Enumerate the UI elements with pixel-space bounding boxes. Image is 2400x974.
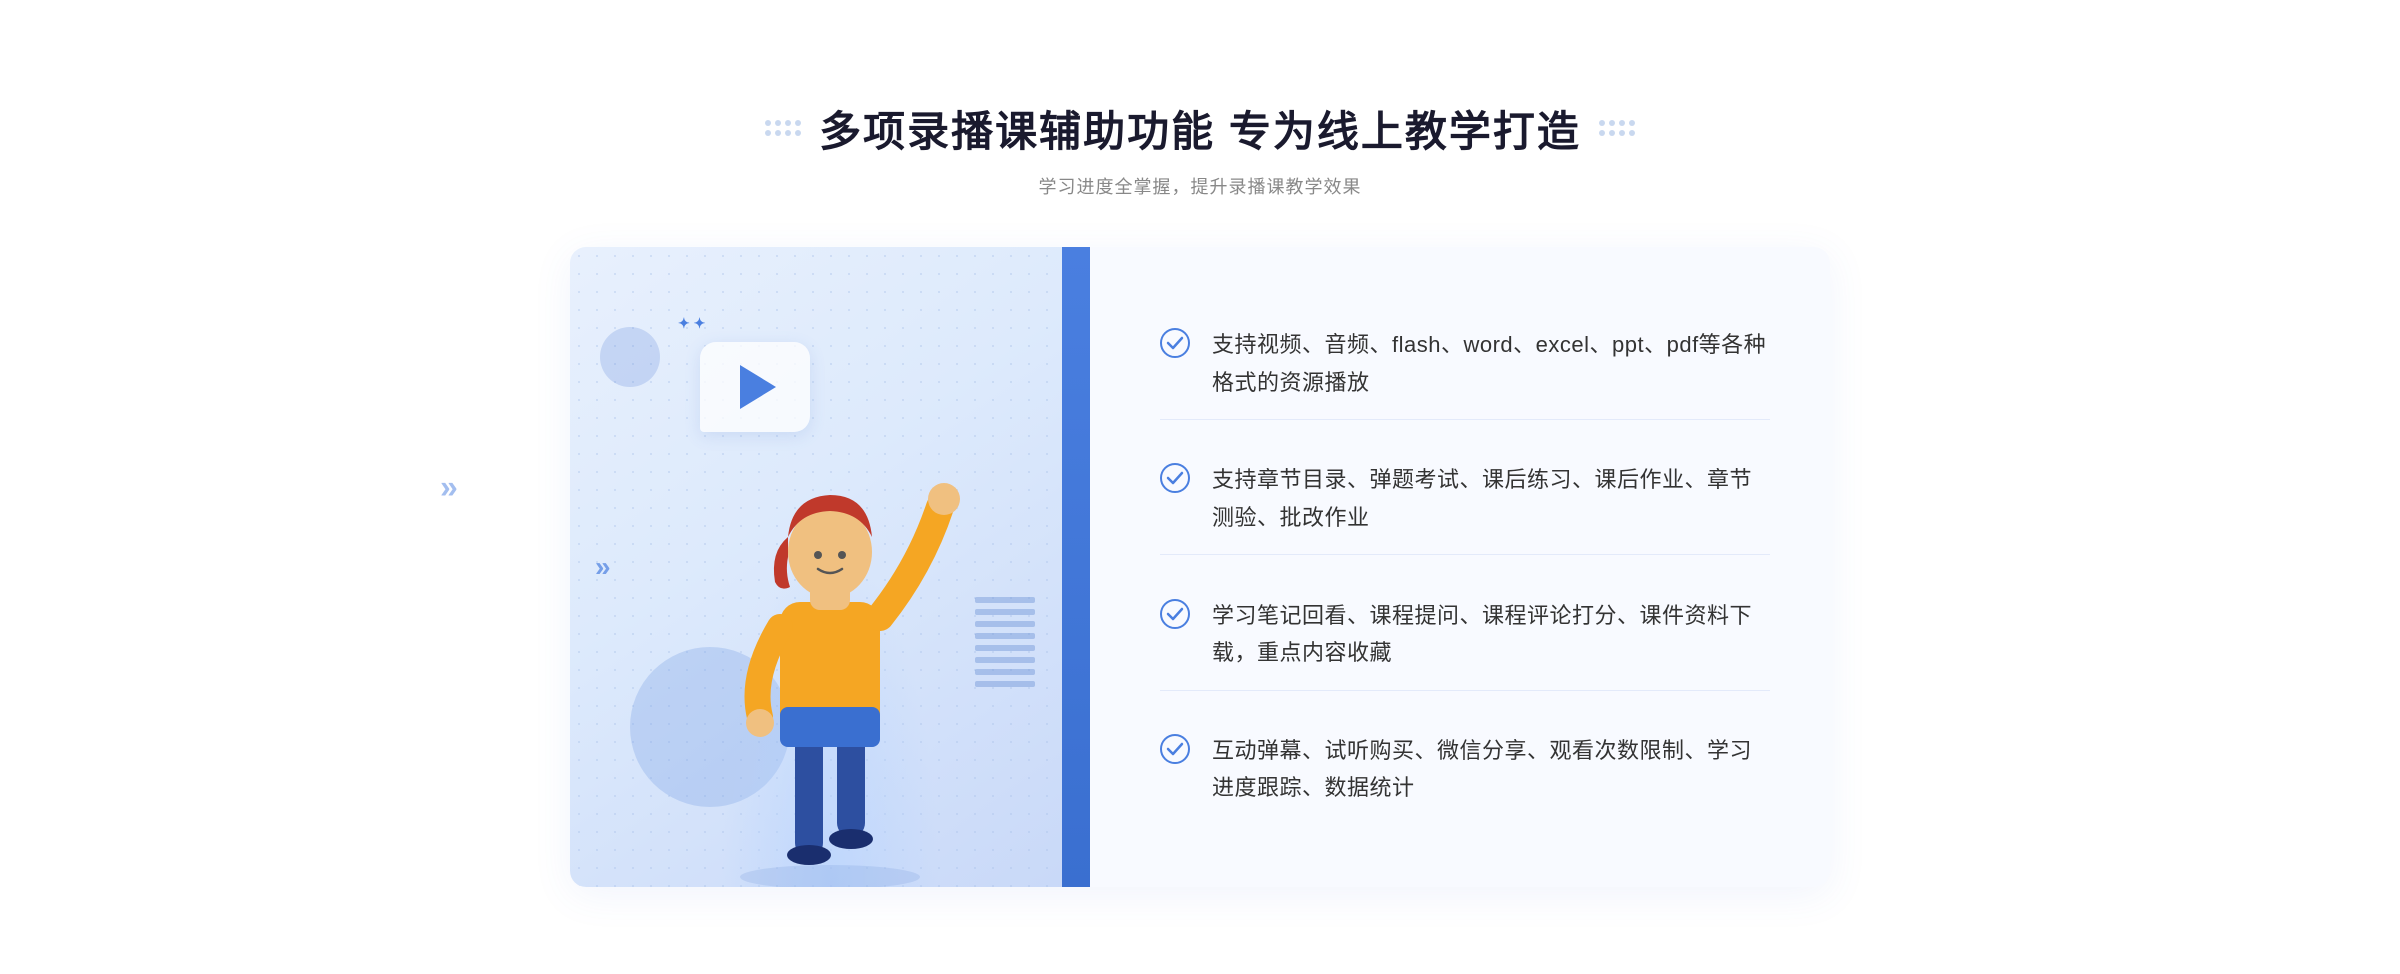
feature-text-2: 支持章节目录、弹题考试、课后练习、课后作业、章节测验、批改作业 [1212,461,1770,536]
feature-item-2: 支持章节目录、弹题考试、课后练习、课后作业、章节测验、批改作业 [1160,443,1770,555]
person-figure [680,407,980,887]
header-section: 多项录播课辅助功能 专为线上教学打造 学习进度全掌握，提升录播课教学效果 [765,98,1635,199]
check-icon-3 [1160,599,1190,629]
feature-item-4: 互动弹幕、试听购买、微信分享、观看次数限制、学习进度跟踪、数据统计 [1160,714,1770,825]
feature-item-3: 学习笔记回看、课程提问、课程评论打分、课件资料下载，重点内容收藏 [1160,579,1770,691]
content-area: ✦ ✦ [570,247,1830,887]
page-deco-left: » [440,469,458,506]
exclaim-deco: ✦ ✦ [678,315,705,332]
accent-bar [1062,247,1090,887]
features-panel: 支持视频、音频、flash、word、excel、ppt、pdf等各种格式的资源… [1090,247,1830,887]
deco-stripes [975,597,1035,687]
illustration-panel: ✦ ✦ [570,247,1090,887]
play-icon [740,365,776,409]
title-row: 多项录播课辅助功能 专为线上教学打造 [765,98,1635,159]
check-icon-4 [1160,734,1190,764]
feature-text-4: 互动弹幕、试听购买、微信分享、观看次数限制、学习进度跟踪、数据统计 [1212,732,1770,807]
feature-text-1: 支持视频、音频、flash、word、excel、ppt、pdf等各种格式的资源… [1212,326,1770,401]
feature-text-3: 学习笔记回看、课程提问、课程评论打分、课件资料下载，重点内容收藏 [1212,597,1770,672]
check-icon-2 [1160,463,1190,493]
page-container: 多项录播课辅助功能 专为线上教学打造 学习进度全掌握，提升录播课教学效果 [0,58,2400,917]
page-subtitle: 学习进度全掌握，提升录播课教学效果 [1038,173,1361,199]
title-deco-right [1599,120,1635,136]
deco-circle-small [600,327,660,387]
left-arrow-deco: » [595,551,611,583]
page-title: 多项录播课辅助功能 专为线上教学打造 [819,98,1581,159]
feature-item-1: 支持视频、音频、flash、word、excel、ppt、pdf等各种格式的资源… [1160,308,1770,420]
title-deco-left [765,120,801,136]
check-icon-1 [1160,328,1190,358]
